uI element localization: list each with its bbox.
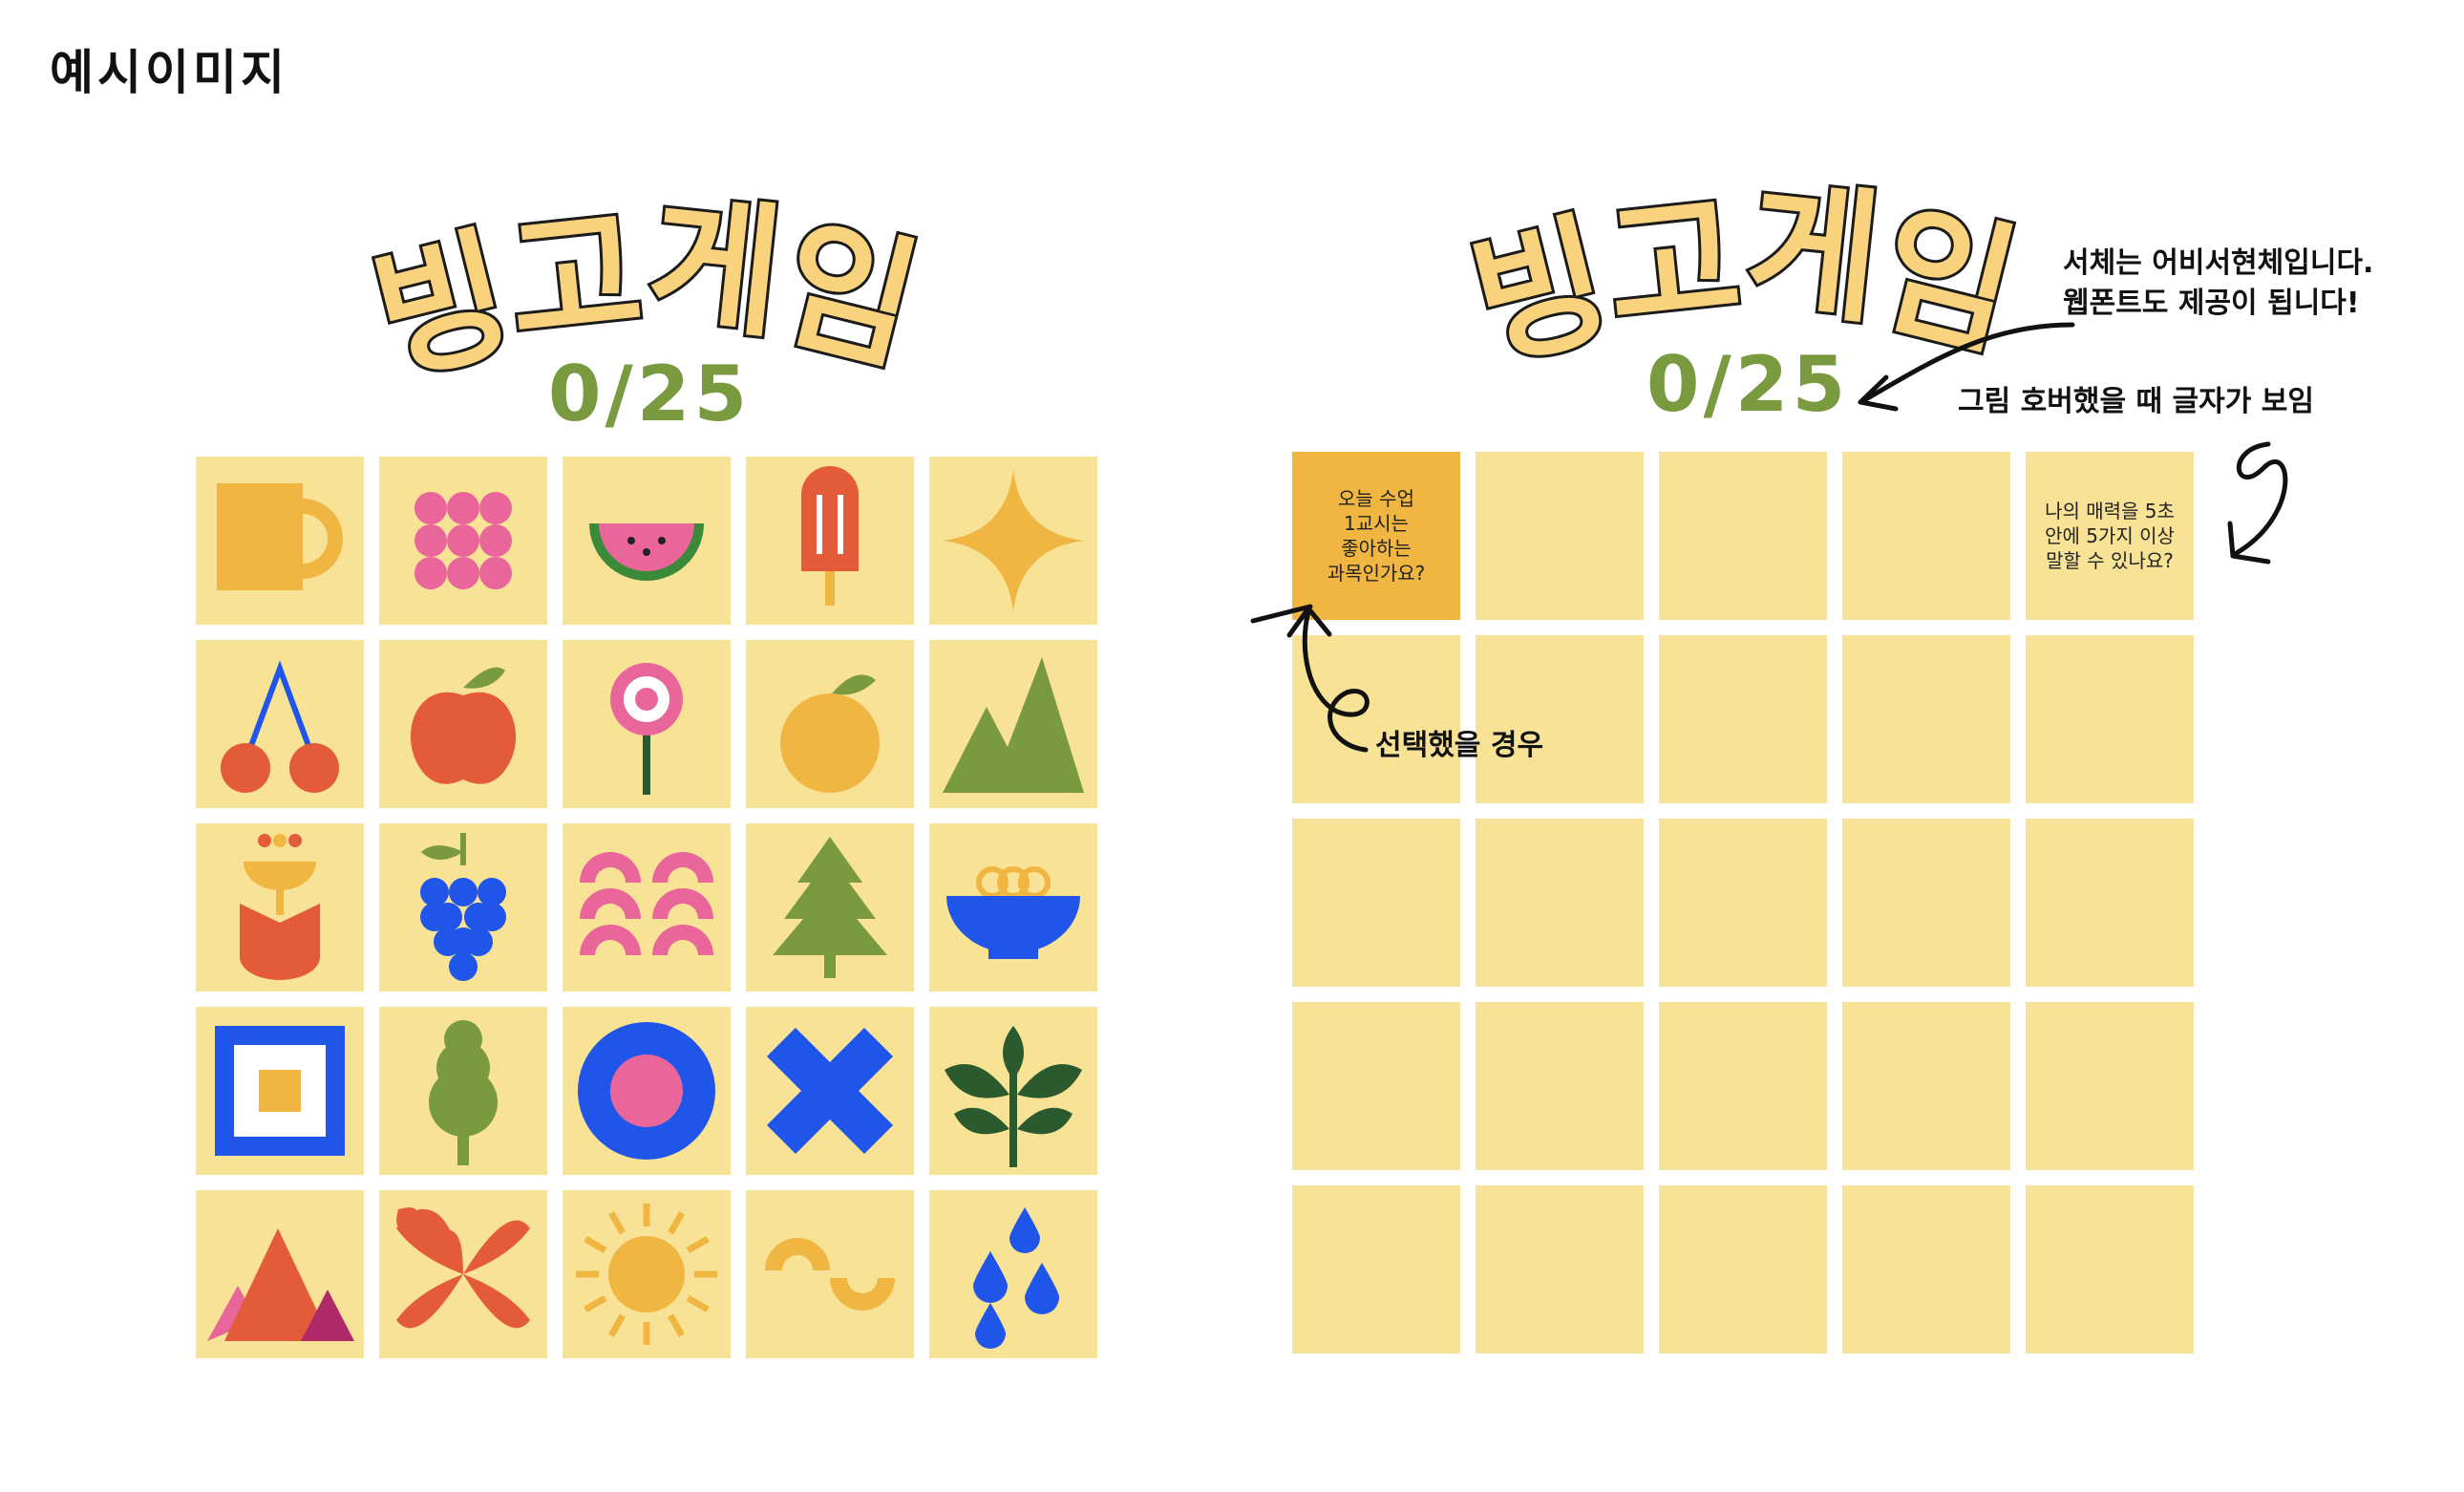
bingo-tile[interactable] (563, 1007, 731, 1175)
peaks-icon (196, 1190, 364, 1358)
font-note-line2: 웹폰트도 제공이 됩니다! (2063, 287, 2360, 320)
bingo-tile[interactable] (1659, 1185, 1827, 1353)
bingo-tile[interactable] (379, 640, 547, 808)
sun-icon (563, 1190, 731, 1358)
hover-note-arrow-head (2227, 521, 2271, 565)
bingo-tile[interactable] (563, 640, 731, 808)
square-frame-icon (196, 1007, 364, 1175)
bingo-tile[interactable] (1292, 819, 1460, 987)
left-board-title: 빙고게임 (220, 162, 1079, 407)
bingo-tile[interactable] (1842, 1002, 2010, 1170)
bingo-tile[interactable] (1292, 1002, 1460, 1170)
donut-icon (563, 1007, 731, 1175)
bingo-tile[interactable] (929, 1007, 1097, 1175)
bingo-tile[interactable] (1842, 1185, 2010, 1353)
lollipop-icon (563, 640, 731, 808)
bingo-tile[interactable] (1842, 452, 2010, 620)
bingo-tile[interactable] (2026, 819, 2194, 987)
selected-tile-question: 오늘 수업 1교시는 좋아하는 과목인가요? (1327, 487, 1426, 585)
bingo-tile[interactable] (746, 823, 914, 991)
bingo-tile[interactable] (563, 1190, 731, 1358)
bingo-tile[interactable] (2026, 1002, 2194, 1170)
bingo-tile[interactable] (2026, 1185, 2194, 1353)
cherry-icon (196, 640, 364, 808)
bingo-tile[interactable] (196, 1007, 364, 1175)
bowl-icon (929, 823, 1097, 991)
tulip-icon (196, 823, 364, 991)
bingo-tile[interactable] (1292, 1185, 1460, 1353)
bingo-tile[interactable] (746, 640, 914, 808)
bingo-tile[interactable] (1476, 1185, 1644, 1353)
bingo-tile-hover[interactable]: 나의 매력을 5초 안에 5가지 이상 말할 수 있나요? (2026, 452, 2194, 620)
tree-icon (746, 823, 914, 991)
title-char: 고 (499, 186, 662, 373)
bingo-tile[interactable] (1842, 635, 2010, 803)
bingo-tile[interactable] (1659, 819, 1827, 987)
bingo-tile[interactable] (563, 823, 731, 991)
bingo-tile[interactable] (1292, 635, 1460, 803)
right-score: 0/25 (1646, 340, 1850, 429)
bingo-tile[interactable] (196, 640, 364, 808)
grapes-icon (379, 823, 547, 991)
font-note: 서체는 어비서현체입니다. 웹폰트도 제공이 됩니다! (2063, 244, 2373, 324)
bingo-tile[interactable] (746, 457, 914, 625)
bingo-tile[interactable] (1842, 819, 2010, 987)
arches-icon (563, 823, 731, 991)
cross-icon (746, 1007, 914, 1175)
bingo-tile[interactable] (563, 457, 731, 625)
bingo-tile[interactable] (379, 823, 547, 991)
popsicle-icon (746, 457, 914, 625)
bingo-tile[interactable] (2026, 635, 2194, 803)
dots-icon (379, 457, 547, 625)
selected-note: 선택했을 경우 (1375, 729, 1544, 762)
hover-note: 그림 호버했을 때 글자가 보임 (1958, 385, 2314, 418)
bingo-tile[interactable] (929, 1190, 1097, 1358)
bingo-tile[interactable] (1476, 819, 1644, 987)
bingo-tile-selected[interactable]: 오늘 수업 1교시는 좋아하는 과목인가요? (1292, 452, 1460, 620)
bingo-tile[interactable] (746, 1007, 914, 1175)
hover-note-arrow (2232, 441, 2288, 557)
font-note-line1: 서체는 어비서현체입니다. (2063, 246, 2374, 280)
bingo-tile[interactable] (379, 1007, 547, 1175)
bingo-tile[interactable] (196, 1190, 364, 1358)
wave-icon (746, 1190, 914, 1358)
bingo-tile[interactable] (379, 457, 547, 625)
bingo-tile[interactable] (746, 1190, 914, 1358)
right-board-title: 빙고게임 (1318, 148, 2177, 393)
title-char: 고 (1597, 172, 1760, 358)
drops-icon (929, 1190, 1097, 1358)
example-caption: 예시이미지 (50, 45, 288, 100)
bingo-tile[interactable] (1476, 452, 1644, 620)
hover-tile-question: 나의 매력을 5초 안에 5가지 이상 말할 수 있나요? (2045, 500, 2175, 572)
bingo-tile[interactable] (929, 823, 1097, 991)
left-bingo-grid (196, 457, 1101, 1362)
petals-icon (379, 1190, 547, 1358)
bingo-tile[interactable] (1659, 452, 1827, 620)
left-score: 0/25 (547, 350, 752, 438)
bingo-tile[interactable] (929, 457, 1097, 625)
bingo-tile[interactable] (196, 823, 364, 991)
mountains-icon (929, 640, 1097, 808)
bingo-tile[interactable] (1476, 1002, 1644, 1170)
bush-icon (379, 1007, 547, 1175)
leaves-icon (929, 1007, 1097, 1175)
mug-icon (196, 457, 364, 625)
bingo-tile[interactable] (1659, 1002, 1827, 1170)
watermelon-icon (563, 457, 731, 625)
right-bingo-grid: 오늘 수업 1교시는 좋아하는 과목인가요? 나의 매력을 5초 안에 5가지 이… (1292, 452, 2198, 1357)
bingo-tile[interactable] (1476, 635, 1644, 803)
apple-icon (379, 640, 547, 808)
orange-icon (746, 640, 914, 808)
bingo-tile[interactable] (929, 640, 1097, 808)
sparkle-icon (929, 457, 1097, 625)
bingo-tile[interactable] (196, 457, 364, 625)
bingo-tile[interactable] (1659, 635, 1827, 803)
bingo-tile[interactable] (379, 1190, 547, 1358)
